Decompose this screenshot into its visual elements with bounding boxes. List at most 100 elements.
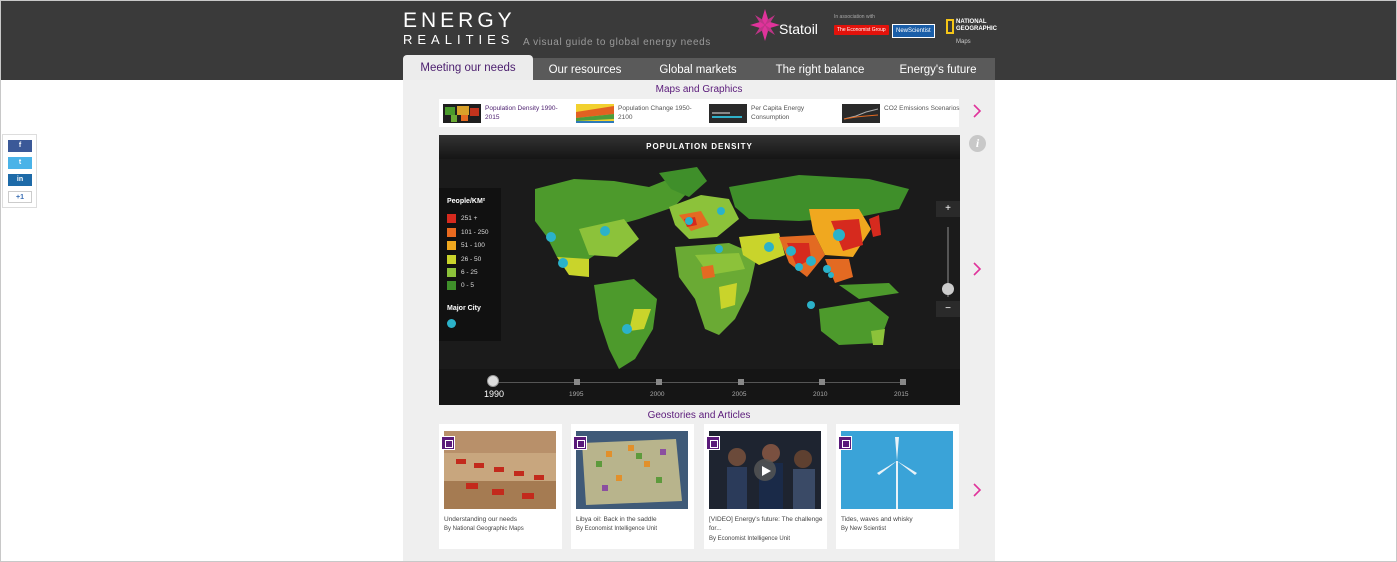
timeline-year[interactable]: 1995 bbox=[569, 391, 583, 398]
thumb-population-change[interactable]: Population Change 1950-2100 bbox=[572, 102, 702, 124]
major-city-dot-icon bbox=[447, 319, 456, 328]
social-share-bar: f t in +1 bbox=[2, 134, 37, 208]
legend-title: People/KM² bbox=[447, 198, 486, 205]
article-badge-icon bbox=[573, 436, 587, 450]
natgeo-maps-text: Maps bbox=[956, 39, 971, 45]
page: ENERGY REALITIES A visual guide to globa… bbox=[0, 0, 1397, 562]
per-capita-energy-thumbnail bbox=[709, 104, 747, 123]
tab-global-markets[interactable]: Global markets bbox=[639, 58, 757, 80]
chevron-right-icon bbox=[973, 262, 982, 276]
main-tabs: Meeting our needs Our resources Global m… bbox=[403, 55, 995, 80]
world-map-graphic bbox=[535, 167, 909, 369]
timeline-year[interactable]: 2015 bbox=[894, 391, 908, 398]
map-zoom-control: + − bbox=[936, 201, 960, 319]
thumb-population-density[interactable]: Population Density 1990-2015 bbox=[439, 102, 569, 124]
timeline-handle[interactable] bbox=[487, 375, 499, 387]
story-card[interactable]: Understanding our needs By National Geog… bbox=[439, 424, 562, 549]
map-title: POPULATION DENSITY bbox=[439, 135, 960, 159]
timeline-year[interactable]: 2005 bbox=[732, 391, 746, 398]
twitter-icon[interactable]: t bbox=[8, 157, 32, 169]
thumb-label: Population Change 1950-2100 bbox=[618, 105, 692, 121]
zoom-in-button[interactable]: + bbox=[936, 201, 960, 217]
timeline-year[interactable]: 1990 bbox=[484, 389, 504, 399]
natgeo-text: NATIONAL GEOGRAPHIC bbox=[956, 19, 998, 32]
map-legend: People/KM² 251 + 101 - 250 51 - 100 26 -… bbox=[439, 188, 501, 341]
legend-swatch bbox=[447, 241, 456, 250]
facebook-icon[interactable]: f bbox=[8, 140, 32, 152]
thumb-co2-emissions[interactable]: CO2 Emissions Scenarios bbox=[838, 102, 968, 124]
timeline-tick[interactable] bbox=[738, 379, 744, 385]
info-icon[interactable]: i bbox=[969, 135, 986, 152]
association-text: In association with bbox=[834, 14, 875, 20]
maps-section-title: Maps and Graphics bbox=[655, 84, 743, 95]
tab-meeting-our-needs[interactable]: Meeting our needs bbox=[403, 55, 533, 80]
timeline-tick[interactable] bbox=[656, 379, 662, 385]
zoom-slider-handle[interactable] bbox=[942, 283, 954, 295]
stories-next-arrow[interactable] bbox=[972, 482, 982, 503]
map-badge-icon bbox=[441, 436, 455, 450]
story-byline: By Economist Intelligence Unit bbox=[709, 536, 791, 542]
thumb-label: Per Capita Energy Consumption bbox=[751, 105, 805, 121]
map-next-arrow[interactable] bbox=[972, 261, 982, 282]
thumb-label: Population Density 1990-2015 bbox=[485, 105, 558, 121]
legend-swatch bbox=[447, 281, 456, 290]
story-card[interactable]: Libya oil: Back in the saddle By Economi… bbox=[571, 424, 694, 549]
maps-carousel: Population Density 1990-2015 Population … bbox=[439, 99, 960, 127]
story-card[interactable]: [VIDEO] Energy's future: The challenge f… bbox=[704, 424, 827, 549]
legend-label: 251 + bbox=[461, 215, 478, 222]
thumb-per-capita-energy[interactable]: Per Capita Energy Consumption bbox=[705, 102, 835, 124]
economist-logo[interactable]: The Economist Group bbox=[834, 25, 889, 35]
maps-next-arrow[interactable] bbox=[972, 103, 982, 124]
population-density-thumbnail bbox=[443, 104, 481, 123]
story-image-harvest bbox=[444, 431, 556, 509]
story-image-libya-map bbox=[576, 431, 688, 509]
tab-our-resources[interactable]: Our resources bbox=[537, 58, 633, 80]
newscientist-logo[interactable]: NewScientist bbox=[892, 24, 935, 38]
story-byline: By National Geographic Maps bbox=[444, 526, 524, 532]
play-icon[interactable] bbox=[761, 466, 771, 476]
legend-swatch bbox=[447, 228, 456, 237]
site-logo[interactable]: ENERGY REALITIES bbox=[403, 10, 516, 48]
legend-label: 0 - 5 bbox=[461, 282, 475, 289]
timeline-tick[interactable] bbox=[900, 379, 906, 385]
story-card[interactable]: Tides, waves and whisky By New Scientist bbox=[836, 424, 959, 549]
population-change-thumbnail bbox=[576, 104, 614, 123]
tab-the-right-balance[interactable]: The right balance bbox=[761, 58, 879, 80]
legend-label: 101 - 250 bbox=[461, 229, 489, 236]
natgeo-logo[interactable]: NATIONAL GEOGRAPHIC bbox=[946, 19, 998, 34]
brand-line2: REALITIES bbox=[403, 32, 515, 47]
thumb-label: CO2 Emissions Scenarios bbox=[884, 105, 960, 112]
zoom-out-button[interactable]: − bbox=[936, 301, 960, 317]
linkedin-icon[interactable]: in bbox=[8, 174, 32, 186]
story-image-wind-turbine bbox=[841, 431, 953, 509]
timeline-year[interactable]: 2000 bbox=[650, 391, 664, 398]
population-density-map[interactable]: POPULATION DENSITY bbox=[439, 135, 960, 405]
brand-line1: ENERGY bbox=[403, 9, 516, 32]
legend-swatch bbox=[447, 268, 456, 277]
stories-section-title: Geostories and Articles bbox=[647, 410, 751, 421]
timeline-year[interactable]: 2010 bbox=[813, 391, 827, 398]
tagline: A visual guide to global energy needs bbox=[523, 37, 711, 48]
timeline-track bbox=[493, 382, 903, 383]
legend-swatch bbox=[447, 255, 456, 264]
story-title: [VIDEO] Energy's future: The challenge f… bbox=[709, 516, 823, 532]
legend-label: 26 - 50 bbox=[461, 256, 482, 263]
legend-major-city-label: Major City bbox=[447, 305, 481, 312]
story-byline: By New Scientist bbox=[841, 526, 887, 532]
google-plus-one-icon[interactable]: +1 bbox=[8, 191, 32, 203]
article-badge-icon bbox=[838, 436, 852, 450]
story-byline: By Economist Intelligence Unit bbox=[576, 526, 658, 532]
tab-energys-future[interactable]: Energy's future bbox=[881, 58, 995, 80]
natgeo-frame-icon bbox=[946, 19, 954, 34]
legend-label: 6 - 25 bbox=[461, 269, 478, 276]
story-title: Understanding our needs bbox=[444, 516, 517, 523]
legend-label: 51 - 100 bbox=[461, 242, 485, 249]
year-timeline: 1990 1995 2000 2005 2010 2015 bbox=[439, 369, 960, 405]
sponsor-name[interactable]: Statoil bbox=[779, 21, 818, 37]
story-title: Tides, waves and whisky bbox=[841, 516, 913, 523]
chevron-right-icon bbox=[973, 483, 982, 497]
legend-swatch bbox=[447, 214, 456, 223]
timeline-tick[interactable] bbox=[819, 379, 825, 385]
video-badge-icon bbox=[706, 436, 720, 450]
timeline-tick[interactable] bbox=[574, 379, 580, 385]
